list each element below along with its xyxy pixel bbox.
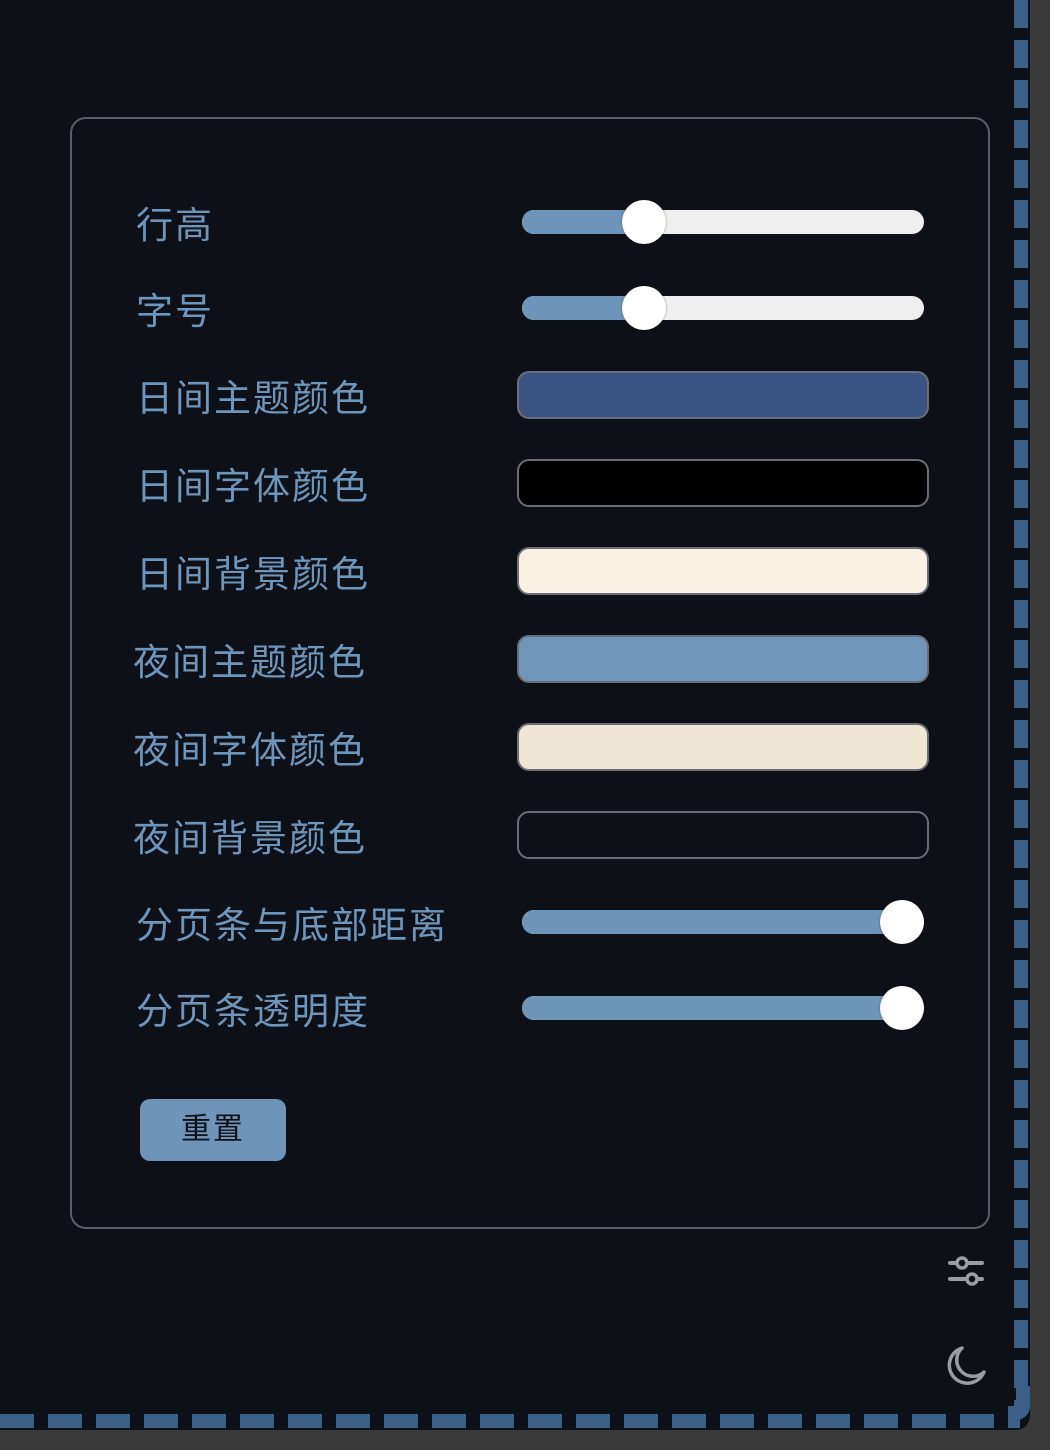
pager-bottom-distance-row: 分页条与底部距离 (72, 892, 988, 952)
day-bg-color-picker[interactable] (517, 547, 929, 595)
font-size-slider[interactable] (522, 286, 924, 330)
pager-opacity-slider[interactable] (522, 986, 924, 1030)
settings-panel: 行高 字号 日间主题颜色 日间字体颜色 日间背景颜色 夜间主题颜色 夜间字体颜色… (70, 117, 990, 1229)
night-font-color-label: 夜间字体颜色 (133, 729, 367, 772)
night-theme-color-row: 夜间主题颜色 (72, 629, 988, 689)
slider-thumb[interactable] (622, 200, 667, 244)
night-font-color-row: 夜间字体颜色 (72, 717, 988, 777)
day-font-color-picker[interactable] (517, 459, 929, 507)
day-theme-color-label: 日间主题颜色 (136, 377, 370, 420)
font-size-row: 字号 (72, 278, 988, 338)
pager-bottom-distance-label: 分页条与底部距离 (136, 904, 448, 947)
night-bg-color-label: 夜间背景颜色 (133, 817, 367, 860)
sliders-icon[interactable] (942, 1247, 990, 1295)
slider-fill (522, 910, 902, 934)
day-theme-color-picker[interactable] (517, 371, 929, 419)
day-font-color-row: 日间字体颜色 (72, 453, 988, 513)
day-font-color-label: 日间字体颜色 (136, 465, 370, 508)
slider-thumb[interactable] (622, 286, 667, 330)
slider-thumb[interactable] (880, 986, 924, 1030)
day-bg-color-label: 日间背景颜色 (136, 553, 370, 596)
moon-icon[interactable] (942, 1342, 990, 1390)
pager-opacity-label: 分页条透明度 (136, 990, 370, 1033)
reader-viewport: 行高 字号 日间主题颜色 日间字体颜色 日间背景颜色 夜间主题颜色 夜间字体颜色… (0, 0, 1030, 1430)
line-height-row: 行高 (72, 192, 988, 252)
page-edge-corner (1008, 1386, 1030, 1420)
night-theme-color-picker[interactable] (517, 635, 929, 683)
font-size-label: 字号 (136, 290, 214, 333)
slider-thumb[interactable] (880, 900, 924, 944)
slider-fill (522, 996, 902, 1020)
pager-bottom-distance-slider[interactable] (522, 900, 924, 944)
page-edge-right (1014, 0, 1028, 1412)
pager-opacity-row: 分页条透明度 (72, 978, 988, 1038)
night-bg-color-picker[interactable] (517, 811, 929, 859)
night-theme-color-label: 夜间主题颜色 (133, 641, 367, 684)
night-bg-color-row: 夜间背景颜色 (72, 805, 988, 865)
reset-button[interactable]: 重置 (140, 1099, 286, 1161)
sliders-icon-graphic (948, 1256, 984, 1286)
line-height-slider[interactable] (522, 200, 924, 244)
page-edge-bottom (0, 1414, 1020, 1428)
night-font-color-picker[interactable] (517, 723, 929, 771)
day-theme-color-row: 日间主题颜色 (72, 365, 988, 425)
day-bg-color-row: 日间背景颜色 (72, 541, 988, 601)
moon-icon-graphic (947, 1346, 986, 1385)
line-height-label: 行高 (136, 204, 214, 247)
